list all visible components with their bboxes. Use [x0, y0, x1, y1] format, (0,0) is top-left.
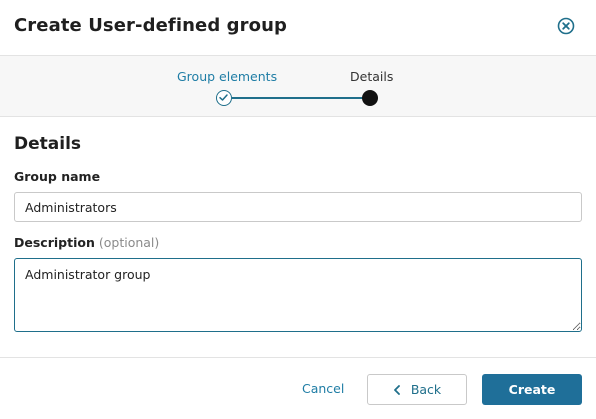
create-button[interactable]: Create — [482, 374, 582, 405]
step-current-marker — [362, 90, 378, 106]
section-title: Details — [14, 134, 82, 154]
checkmark-icon — [219, 94, 228, 101]
step-completed-marker[interactable] — [216, 90, 232, 106]
wizard-stepper: Group elements Details — [0, 56, 596, 117]
close-button[interactable] — [557, 17, 575, 35]
description-label: Description (optional) — [14, 235, 159, 250]
description-textarea[interactable]: Administrator group — [14, 258, 582, 332]
step-group-elements[interactable]: Group elements — [177, 69, 277, 84]
back-button[interactable]: Back — [367, 374, 467, 405]
cancel-button[interactable]: Cancel — [302, 381, 344, 396]
chevron-left-icon — [393, 384, 400, 395]
footer-divider — [0, 357, 596, 358]
create-group-dialog: Create User-defined group Group elements… — [0, 0, 596, 419]
close-circle-icon — [557, 17, 575, 35]
step-details: Details — [350, 69, 394, 84]
group-name-input[interactable] — [14, 192, 582, 222]
group-name-label-text: Group name — [14, 169, 101, 184]
back-button-label: Back — [410, 382, 442, 397]
description-label-text: Description — [14, 235, 95, 250]
dialog-title: Create User-defined group — [14, 15, 288, 36]
stepper-progress-line — [232, 97, 364, 99]
dialog-header: Create User-defined group — [0, 0, 596, 56]
group-name-label: Group name — [14, 169, 100, 184]
optional-hint: (optional) — [98, 235, 160, 250]
